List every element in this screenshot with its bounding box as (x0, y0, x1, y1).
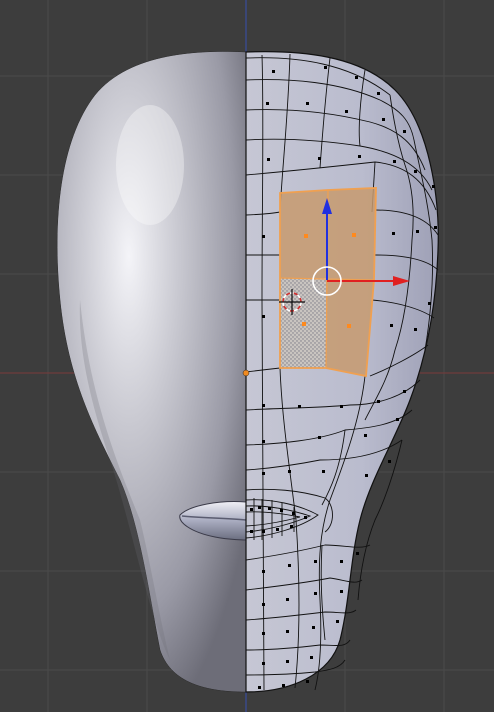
viewport-canvas[interactable] (0, 0, 494, 712)
mirror-seam-vertex[interactable] (242, 369, 250, 377)
cheek-highlight (116, 105, 184, 225)
3d-viewport[interactable] (0, 0, 494, 712)
